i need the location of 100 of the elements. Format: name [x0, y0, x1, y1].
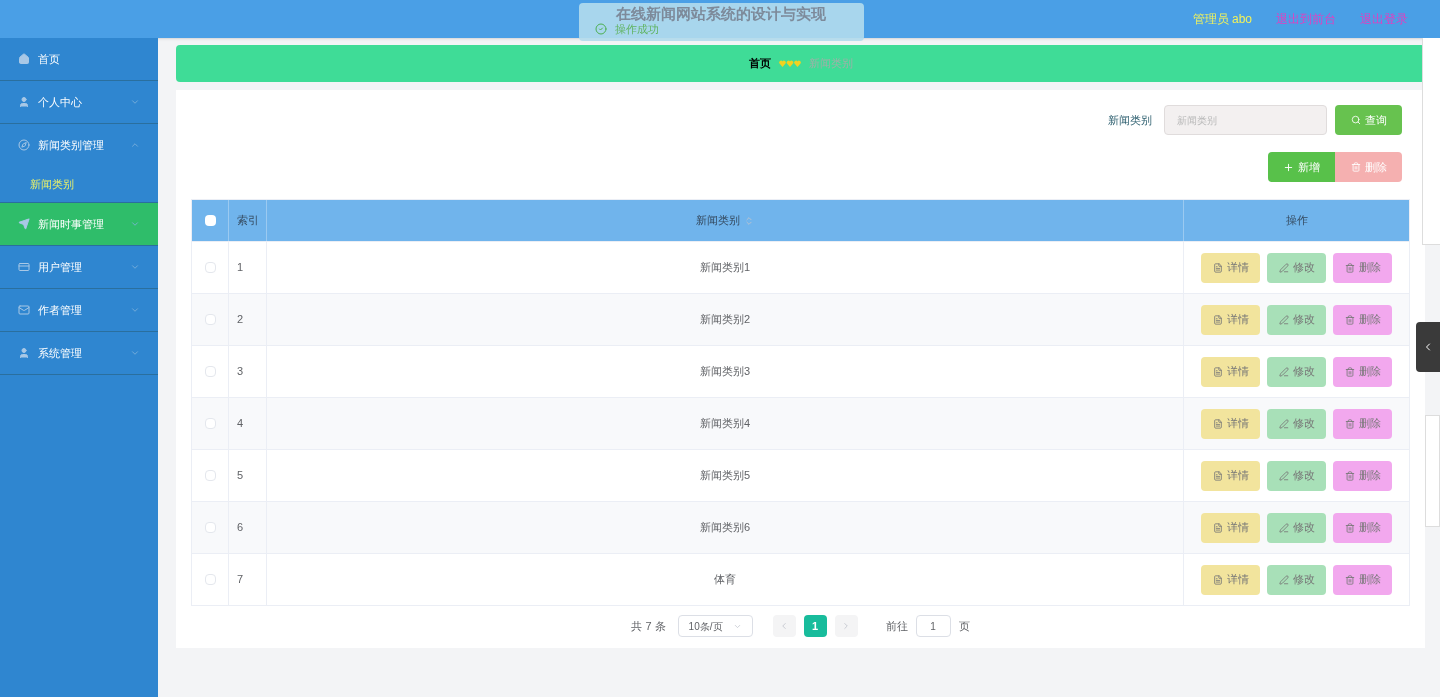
edit-button[interactable]: 修改 — [1267, 356, 1326, 387]
total-count: 共 7 条 — [631, 618, 666, 634]
column-header: 操作 — [1285, 213, 1308, 229]
chevron-icon — [130, 348, 140, 358]
category-cell-text: 新闻类别2 — [699, 312, 751, 328]
row-checkbox[interactable] — [204, 262, 216, 273]
index-cell-text: 2 — [237, 312, 244, 328]
select-all-checkbox[interactable] — [204, 215, 216, 226]
add-button[interactable]: 新增 — [1268, 152, 1335, 182]
edit-button[interactable]: 修改 — [1267, 252, 1326, 283]
edit-button[interactable]: 修改 — [1267, 512, 1326, 543]
home-icon — [18, 53, 30, 65]
category-cell-text: 新闻类别6 — [699, 520, 751, 536]
mail-icon — [18, 304, 30, 316]
page-size-select[interactable]: 10条/页 — [677, 615, 753, 637]
sidebar-item[interactable]: 新闻时事管理 — [0, 203, 158, 245]
sidebar-item[interactable]: 作者管理 — [0, 289, 158, 331]
row-checkbox[interactable] — [204, 418, 216, 429]
detail-button[interactable]: 详情 — [1201, 512, 1260, 543]
chevron-icon — [130, 140, 140, 150]
document-icon — [1212, 522, 1223, 533]
collapse-tab[interactable] — [1416, 322, 1440, 372]
paper-plane-icon — [18, 218, 30, 230]
breadcrumb-home[interactable]: 首页 — [748, 55, 771, 72]
category-cell-text: 体育 — [714, 572, 736, 588]
detail-button[interactable]: 详情 — [1201, 408, 1260, 439]
pen-icon — [1278, 366, 1289, 377]
row-checkbox[interactable] — [204, 314, 216, 325]
category-cell-text: 新闻类别4 — [699, 416, 751, 432]
delete-button[interactable]: 删除 — [1333, 252, 1392, 283]
chevron-icon — [130, 262, 140, 272]
document-icon — [1212, 314, 1223, 325]
page-button[interactable]: 1 — [803, 615, 827, 637]
sidebar-item[interactable]: 用户管理 — [0, 246, 158, 288]
hearts-icon — [778, 59, 801, 68]
document-icon — [1212, 470, 1223, 481]
delete-button[interactable]: 删除 — [1333, 460, 1392, 491]
trash-icon — [1344, 574, 1355, 585]
prev-page-button[interactable] — [772, 615, 796, 637]
sidebar-item[interactable]: 首页 — [0, 38, 158, 80]
detail-button[interactable]: 详情 — [1201, 252, 1260, 283]
trash-icon — [1344, 522, 1355, 533]
sidebar-item[interactable]: 个人中心 — [0, 81, 158, 123]
detail-button[interactable]: 详情 — [1201, 304, 1260, 335]
toast-message: 操作成功 — [615, 24, 659, 35]
row-checkbox[interactable] — [204, 366, 216, 377]
chevron-icon — [130, 97, 140, 107]
pen-icon — [1278, 314, 1289, 325]
delete-button[interactable]: 删除 — [1333, 564, 1392, 595]
admin-name: 管理员 abo — [1192, 11, 1252, 28]
edit-button[interactable]: 修改 — [1267, 408, 1326, 439]
detail-button[interactable]: 详情 — [1201, 460, 1260, 491]
index-cell-text: 7 — [237, 572, 244, 588]
document-icon — [1212, 418, 1223, 429]
edit-button[interactable]: 修改 — [1267, 304, 1326, 335]
submenu-item[interactable]: 新闻类别 — [0, 166, 158, 202]
delete-button[interactable]: 删除 — [1333, 304, 1392, 335]
chevron-icon — [130, 305, 140, 315]
goto-page-field[interactable]: 1 — [915, 615, 951, 637]
search-label: 新闻类别 — [1108, 112, 1152, 128]
trash-icon — [1344, 470, 1355, 481]
index-cell-text: 5 — [237, 468, 244, 484]
row-checkbox[interactable] — [204, 574, 216, 585]
document-icon — [1212, 366, 1223, 377]
delete-button[interactable]: 删除 — [1333, 356, 1392, 387]
edit-button[interactable]: 修改 — [1267, 460, 1326, 491]
chevron-icon — [130, 219, 140, 229]
pen-icon — [1278, 574, 1289, 585]
pen-icon — [1278, 522, 1289, 533]
sort-icon[interactable] — [744, 215, 754, 226]
index-cell-text: 3 — [237, 364, 244, 380]
delete-button[interactable]: 删除 — [1333, 408, 1392, 439]
compass-icon — [18, 139, 30, 151]
detail-button[interactable]: 详情 — [1201, 564, 1260, 595]
sidebar-item[interactable]: 新闻类别管理 — [0, 124, 158, 166]
index-cell-text: 1 — [237, 260, 244, 276]
category-cell-text: 新闻类别5 — [699, 468, 751, 484]
goto-label: 前往 — [885, 618, 908, 634]
next-page-button[interactable] — [834, 615, 858, 637]
row-checkbox[interactable] — [204, 522, 216, 533]
row-checkbox[interactable] — [204, 470, 216, 481]
document-icon — [1212, 574, 1223, 585]
delete-button[interactable]: 删除 — [1333, 512, 1392, 543]
user-icon — [18, 347, 30, 359]
index-cell-text: 6 — [237, 520, 244, 536]
edit-button[interactable]: 修改 — [1267, 564, 1326, 595]
trash-icon — [1344, 314, 1355, 325]
document-icon — [1212, 262, 1223, 273]
detail-button[interactable]: 详情 — [1201, 356, 1260, 387]
category-cell-text: 新闻类别3 — [699, 364, 751, 380]
card-icon — [18, 261, 30, 273]
search-button[interactable]: 查询 — [1335, 105, 1402, 135]
pen-icon — [1278, 262, 1289, 273]
sidebar-item[interactable]: 系统管理 — [0, 332, 158, 374]
user-icon — [18, 96, 30, 108]
column-header: 索引 — [236, 213, 259, 229]
pen-icon — [1278, 470, 1289, 481]
column-header[interactable]: 新闻类别 — [696, 212, 740, 229]
pen-icon — [1278, 418, 1289, 429]
plus-icon — [1283, 161, 1294, 173]
